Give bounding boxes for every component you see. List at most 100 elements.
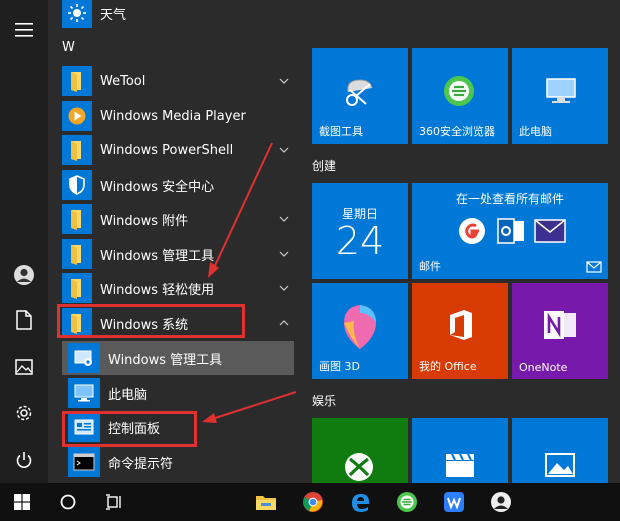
app-label: Windows 轻松使用 [100, 282, 215, 298]
tile-snipping-tool[interactable]: 截图工具 [312, 48, 408, 144]
chevron-down-icon[interactable] [278, 213, 290, 225]
clapperboard-icon [446, 453, 474, 477]
app-label: Windows 管理工具 [100, 248, 215, 264]
task-view-button[interactable] [92, 483, 136, 521]
chevron-down-icon[interactable] [278, 75, 290, 87]
power-button[interactable] [0, 440, 48, 480]
file-explorer-button[interactable] [244, 483, 288, 521]
file-explorer-icon [256, 496, 276, 510]
chevron-down-icon[interactable] [278, 144, 290, 156]
folder-icon [62, 66, 92, 96]
envelope-icon [534, 219, 566, 243]
sun-icon [62, 0, 92, 28]
user-avatar-icon [491, 492, 511, 512]
chrome-icon [303, 492, 323, 512]
tile-label: 360安全浏览器 [419, 125, 495, 138]
google-icon [459, 218, 485, 244]
app-item-windows-security[interactable]: Windows 安全中心 [48, 168, 300, 202]
tile-my-office[interactable]: 我的 Office [412, 283, 508, 379]
tile-360-browser[interactable]: 360安全浏览器 [412, 48, 508, 144]
outlook-icon [497, 218, 524, 244]
tile-calendar[interactable]: 星期日 24 [312, 183, 408, 279]
app-item-wetool[interactable]: WeTool [48, 64, 300, 98]
office-icon [450, 310, 472, 340]
power-icon [16, 452, 32, 468]
subitem-label: Windows 管理工具 [108, 352, 223, 368]
app-label: Windows Media Player [100, 108, 246, 124]
admin-tools-icon [68, 343, 100, 373]
hamburger-menu-button[interactable] [0, 10, 48, 50]
snipping-tool-icon [346, 79, 373, 106]
tile-label: 画图 3D [319, 360, 360, 373]
browser-360-icon [397, 492, 417, 512]
user-avatar-button[interactable] [479, 483, 523, 521]
highlight-box-windows-system [57, 304, 245, 338]
app-item-windows-media-player[interactable]: Windows Media Player [48, 99, 300, 133]
photos-icon [545, 453, 575, 477]
app-item-windows-accessories[interactable]: Windows 附件 [48, 202, 300, 236]
tile-label: OneNote [519, 361, 568, 374]
windows-start-icon [14, 494, 30, 510]
onenote-icon [544, 311, 576, 339]
tile-this-pc[interactable]: 此电脑 [512, 48, 608, 144]
folder-icon [62, 273, 92, 303]
app-label: Windows PowerShell [100, 142, 234, 158]
taskbar [0, 483, 620, 521]
computer-icon [546, 78, 576, 103]
chrome-button[interactable] [291, 483, 335, 521]
start-rail [0, 0, 48, 483]
task-view-icon [106, 494, 121, 510]
tile-paint-3d[interactable]: 画图 3D [312, 283, 408, 379]
settings-button[interactable] [0, 393, 48, 433]
subitem-label: 此电脑 [108, 387, 148, 403]
subitem-command-prompt[interactable]: 命令提示符 [48, 445, 300, 479]
wps-icon [444, 492, 464, 512]
highlight-box-control-panel [62, 411, 197, 447]
computer-icon [68, 378, 100, 408]
group-label-entertainment[interactable]: 娱乐 [312, 392, 336, 409]
tile-photos[interactable] [512, 418, 608, 483]
tile-onenote[interactable]: OneNote [512, 283, 608, 379]
app-item-windows-ease-of-access[interactable]: Windows 轻松使用 [48, 271, 300, 305]
tile-label: 邮件 [419, 260, 441, 273]
hamburger-icon [15, 23, 33, 37]
user-account-button[interactable] [0, 255, 48, 295]
app-item-weather[interactable]: 天气 [48, 0, 300, 30]
tile-label: 截图工具 [319, 125, 363, 138]
browser-360-button[interactable] [385, 483, 429, 521]
tile-xbox[interactable] [312, 418, 408, 483]
mail-header: 在一处查看所有邮件 [455, 192, 564, 206]
tile-mail[interactable]: 在一处查看所有邮件 邮件 [412, 183, 608, 279]
tile-label: 我的 Office [419, 360, 477, 373]
app-label: Windows 附件 [100, 213, 189, 229]
documents-button[interactable] [0, 300, 48, 340]
section-letter-w[interactable]: W [62, 40, 75, 55]
subitem-windows-admin-tools[interactable]: Windows 管理工具 [62, 341, 294, 375]
start-button[interactable] [0, 483, 44, 521]
chevron-up-icon[interactable] [278, 317, 290, 329]
app-label: WeTool [100, 73, 146, 89]
user-avatar-icon [14, 265, 34, 285]
folder-icon [62, 135, 92, 165]
chevron-down-icon[interactable] [278, 282, 290, 294]
mail-badge-icon [586, 261, 602, 273]
xbox-icon [345, 453, 373, 481]
chevron-down-icon[interactable] [278, 248, 290, 260]
cortana-button[interactable] [46, 483, 90, 521]
edge-button[interactable] [338, 483, 382, 521]
group-label-create[interactable]: 创建 [312, 157, 336, 174]
folder-icon [62, 239, 92, 269]
tile-movies-tv[interactable] [412, 418, 508, 483]
calendar-day: 24 [335, 219, 385, 263]
subitem-this-pc[interactable]: 此电脑 [48, 376, 300, 410]
wps-button[interactable] [432, 483, 476, 521]
cmd-icon [68, 447, 100, 477]
app-item-windows-admin-tools[interactable]: Windows 管理工具 [48, 237, 300, 271]
picture-icon [15, 359, 33, 375]
app-item-windows-powershell[interactable]: Windows PowerShell [48, 133, 300, 167]
document-icon [16, 310, 32, 330]
app-label: Windows 安全中心 [100, 179, 215, 195]
subitem-label: 命令提示符 [108, 456, 174, 472]
pictures-button[interactable] [0, 347, 48, 387]
tile-label: 此电脑 [519, 125, 552, 138]
